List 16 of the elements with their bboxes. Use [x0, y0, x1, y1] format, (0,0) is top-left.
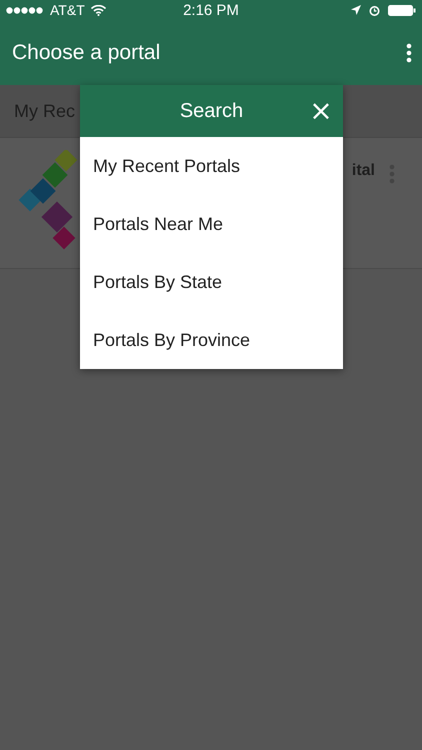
alarm-icon	[369, 4, 380, 16]
dialog-title: Search	[180, 100, 244, 122]
portal-name: ital	[352, 162, 375, 180]
carrier-name: AT&T	[50, 2, 85, 18]
app-title: Choose a portal	[12, 40, 160, 64]
status-time: 2:16 PM	[183, 2, 239, 18]
signal-icon	[6, 6, 44, 14]
menu-item[interactable]: Portals By Province	[80, 311, 343, 369]
location-arrow-icon	[351, 5, 361, 15]
close-button[interactable]: ×	[305, 95, 337, 127]
menu-item[interactable]: My Recent Portals	[80, 137, 343, 195]
wifi-icon	[90, 4, 106, 16]
menu-item[interactable]: Portals Near Me	[80, 195, 343, 253]
more-options-icon[interactable]	[406, 42, 412, 62]
battery-icon	[388, 4, 416, 16]
menu-item[interactable]: Portals By State	[80, 253, 343, 311]
